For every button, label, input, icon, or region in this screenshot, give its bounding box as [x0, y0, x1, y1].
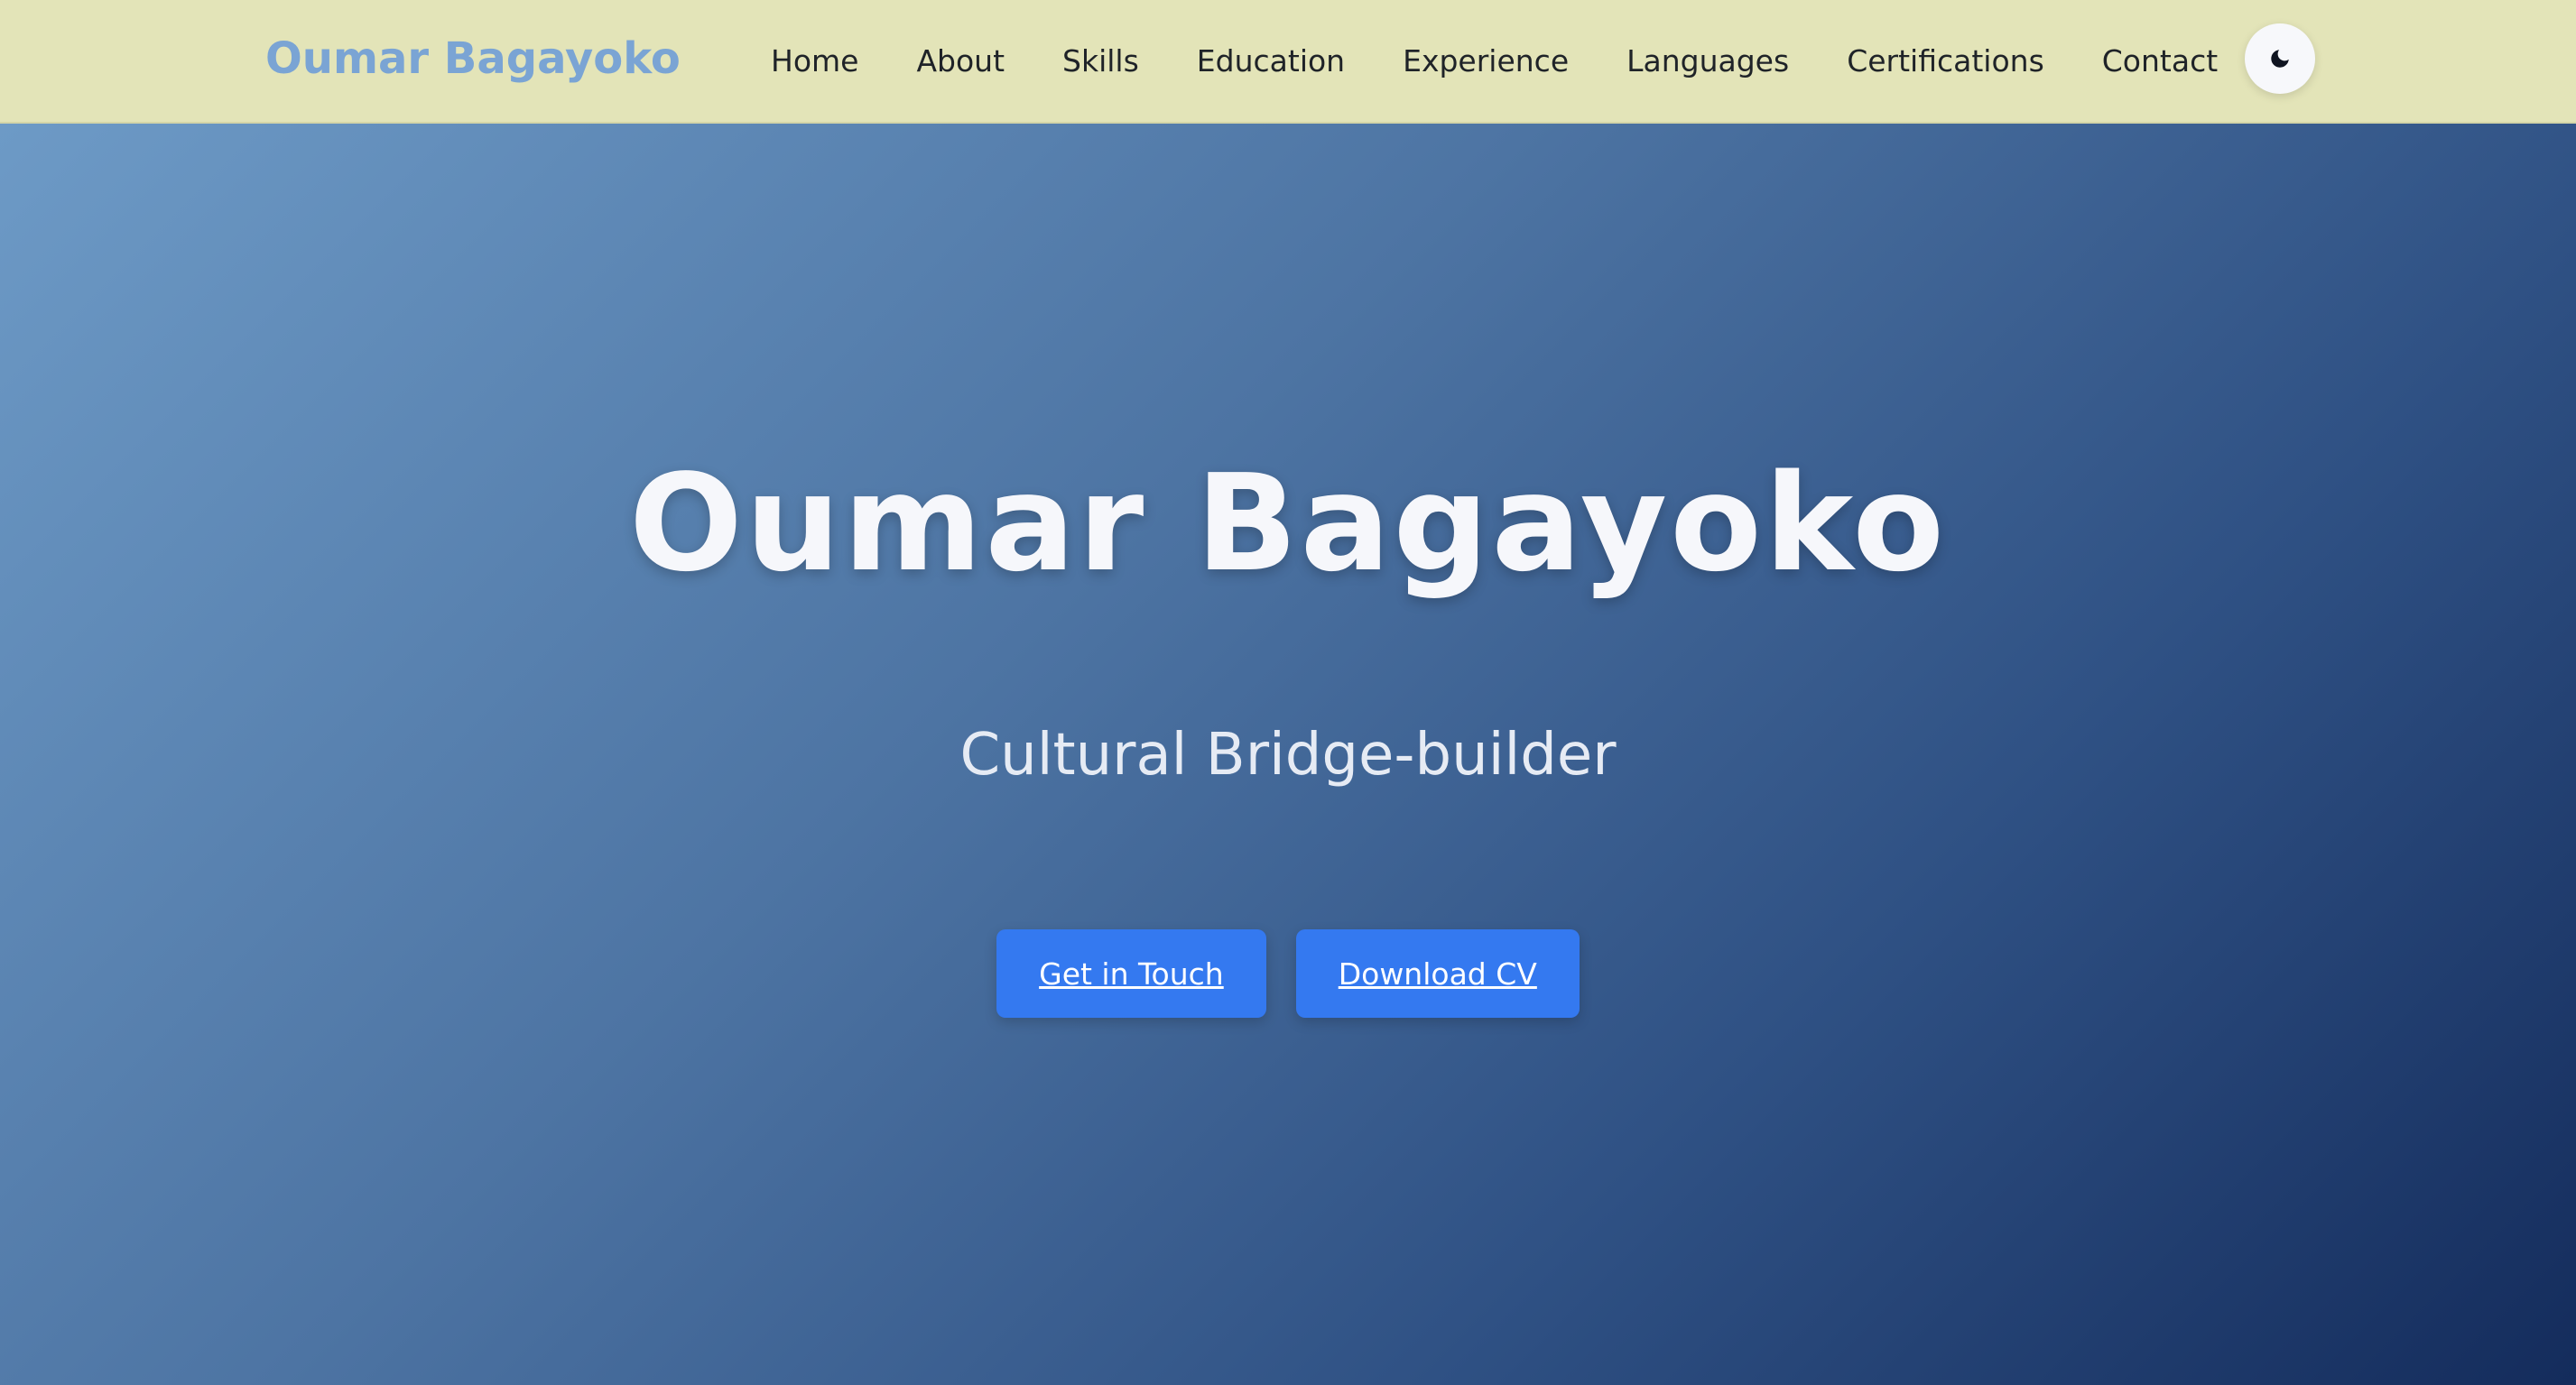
nav-item: Home: [771, 43, 858, 78]
nav-item: Certifications: [1847, 43, 2044, 78]
download-cv-button[interactable]: Download CV: [1295, 929, 1580, 1018]
nav-item: Experience: [1403, 43, 1569, 78]
nav-item: About: [916, 43, 1005, 78]
nav-item: Contact: [2102, 43, 2218, 78]
page: Oumar Bagayoko Home About Skills Educati…: [0, 0, 2576, 1385]
navbar: Oumar Bagayoko Home About Skills Educati…: [0, 0, 2576, 124]
theme-toggle-button[interactable]: [2245, 23, 2315, 94]
brand-logo[interactable]: Oumar Bagayoko: [265, 0, 681, 122]
nav-link-about[interactable]: About: [916, 43, 1005, 78]
nav-link-skills[interactable]: Skills: [1062, 43, 1139, 78]
hero-subtitle: Cultural Bridge-builder: [959, 722, 1617, 789]
nav-link-contact[interactable]: Contact: [2102, 43, 2218, 78]
nav-link-experience[interactable]: Experience: [1403, 43, 1569, 78]
nav-link-languages[interactable]: Languages: [1626, 43, 1789, 78]
moon-icon: [2271, 50, 2289, 68]
nav-item: Skills: [1062, 43, 1139, 78]
nav-item: Languages: [1626, 43, 1789, 78]
hero-section: Oumar Bagayoko Cultural Bridge-builder G…: [0, 124, 2576, 1385]
hero-title: Oumar Bagayoko: [629, 446, 1947, 601]
nav-item: Education: [1197, 43, 1345, 78]
nav-link-certifications[interactable]: Certifications: [1847, 43, 2044, 78]
get-in-touch-button[interactable]: Get in Touch: [996, 929, 1266, 1018]
nav-link-education[interactable]: Education: [1197, 43, 1345, 78]
hero-buttons: Get in Touch Download CV: [0, 929, 2576, 1018]
nav-link-home[interactable]: Home: [771, 43, 858, 78]
nav-links: Home About Skills Education Experience L…: [771, 0, 2218, 122]
